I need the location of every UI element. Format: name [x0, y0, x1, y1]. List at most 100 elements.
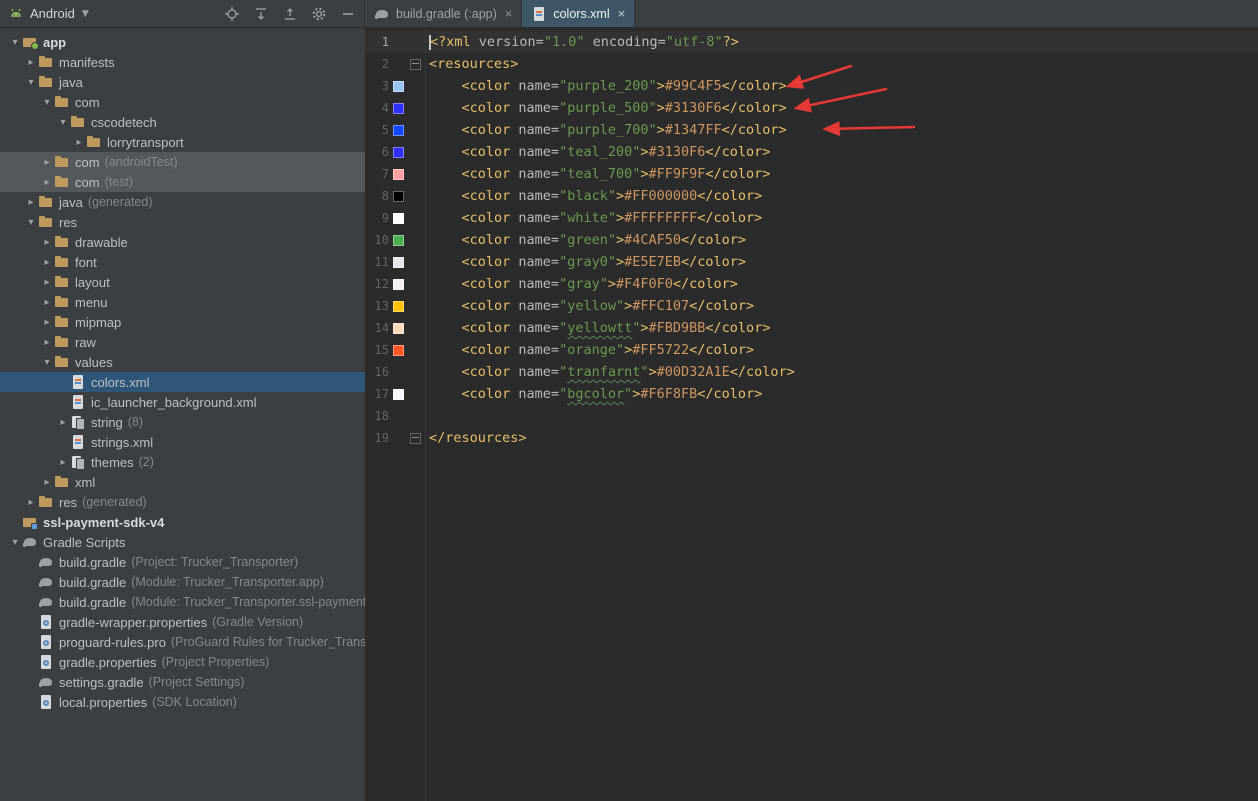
tree-item[interactable]: ▸ drawable — [0, 232, 365, 252]
tree-item[interactable]: ▸ string (8) — [0, 412, 365, 432]
chevron-down-icon[interactable]: ▼ — [82, 9, 89, 19]
folder-icon — [54, 334, 70, 350]
chevron-icon[interactable]: ▾ — [8, 537, 22, 548]
tree-item-suffix: (generated) — [82, 495, 147, 509]
fold-icon[interactable] — [410, 59, 421, 70]
color-swatch[interactable] — [393, 169, 404, 180]
editor-gutter: 8 — [365, 189, 425, 203]
chevron-icon[interactable]: ▸ — [40, 157, 54, 168]
chevron-icon[interactable]: ▸ — [56, 417, 70, 428]
chevron-icon[interactable]: ▾ — [40, 357, 54, 368]
tree-item[interactable]: build.gradle (Module: Trucker_Transporte… — [0, 592, 365, 612]
chevron-icon[interactable]: ▸ — [24, 57, 38, 68]
close-icon[interactable]: × — [505, 6, 513, 21]
tree-item[interactable]: ▸ menu — [0, 292, 365, 312]
tree-item-label: string — [91, 415, 123, 430]
color-swatch[interactable] — [393, 323, 404, 334]
code-line: 7 <color name="teal_700">#FF9F9F</color> — [365, 163, 1258, 185]
chevron-icon[interactable]: ▸ — [72, 137, 86, 148]
tree-item[interactable]: gradle-wrapper.properties (Gradle Versio… — [0, 612, 365, 632]
chevron-icon[interactable]: ▸ — [40, 337, 54, 348]
editor-tab[interactable]: colors.xml × — [522, 0, 635, 27]
tree-item[interactable]: ic_launcher_background.xml — [0, 392, 365, 412]
chevron-icon[interactable]: ▸ — [40, 477, 54, 488]
tree-item[interactable]: ▾ cscodetech — [0, 112, 365, 132]
tree-item[interactable]: colors.xml — [0, 372, 365, 392]
tree-item[interactable]: build.gradle (Project: Trucker_Transport… — [0, 552, 365, 572]
tree-item[interactable]: ▸ xml — [0, 472, 365, 492]
color-swatch[interactable] — [393, 213, 404, 224]
chevron-icon[interactable]: ▸ — [24, 497, 38, 508]
color-swatch[interactable] — [393, 191, 404, 202]
chevron-icon[interactable]: ▸ — [56, 457, 70, 468]
color-swatch[interactable] — [393, 103, 404, 114]
tree-item[interactable]: local.properties (SDK Location) — [0, 692, 365, 712]
tree-item[interactable]: strings.xml — [0, 432, 365, 452]
tree-item[interactable]: ▸ lorrytransport — [0, 132, 365, 152]
code-text: <color name="purple_500">#3130F6</color> — [425, 100, 787, 116]
code-editor[interactable]: 1 <?xml version="1.0" encoding="utf-8"?>… — [365, 28, 1258, 801]
tree-item[interactable]: ▸ layout — [0, 272, 365, 292]
chevron-icon[interactable]: ▾ — [24, 217, 38, 228]
color-swatch[interactable] — [393, 279, 404, 290]
tree-item[interactable]: ▾ com — [0, 92, 365, 112]
tree-item[interactable]: ▾ res — [0, 212, 365, 232]
chevron-icon[interactable]: ▾ — [8, 37, 22, 48]
chevron-icon[interactable]: ▸ — [40, 177, 54, 188]
editor-tab[interactable]: build.gradle (:app) × — [365, 0, 522, 27]
tree-item[interactable]: settings.gradle (Project Settings) — [0, 672, 365, 692]
tree-item-label: build.gradle — [59, 595, 126, 610]
close-icon[interactable]: × — [618, 6, 626, 21]
tree-item[interactable]: ▾ values — [0, 352, 365, 372]
color-swatch[interactable] — [393, 257, 404, 268]
collapse-all-icon[interactable] — [282, 6, 298, 22]
tree-item[interactable]: ▸ com (test) — [0, 172, 365, 192]
tree-item[interactable]: ▸ java (generated) — [0, 192, 365, 212]
chevron-icon[interactable]: ▸ — [40, 297, 54, 308]
gradle-file-icon — [38, 554, 54, 570]
chevron-icon[interactable]: ▸ — [40, 317, 54, 328]
tree-item[interactable]: ▸ font — [0, 252, 365, 272]
project-tree[interactable]: ▾ app ▸ manifests ▾ java ▾ com ▾ cscodet… — [0, 28, 365, 801]
color-swatch[interactable] — [393, 81, 404, 92]
project-view-selector[interactable]: Android — [30, 6, 75, 21]
chevron-icon[interactable]: ▾ — [56, 117, 70, 128]
color-swatch[interactable] — [393, 389, 404, 400]
tree-item[interactable]: gradle.properties (Project Properties) — [0, 652, 365, 672]
chevron-icon[interactable]: ▸ — [40, 277, 54, 288]
tree-item[interactable]: ▸ mipmap — [0, 312, 365, 332]
hide-panel-icon[interactable] — [340, 6, 356, 22]
chevron-icon[interactable]: ▾ — [40, 97, 54, 108]
locate-icon[interactable] — [224, 6, 240, 22]
editor-gutter: 5 — [365, 123, 425, 137]
xml-file-icon — [70, 434, 86, 450]
tree-item[interactable]: ▸ com (androidTest) — [0, 152, 365, 172]
chevron-icon[interactable]: ▸ — [40, 237, 54, 248]
expand-all-icon[interactable] — [253, 6, 269, 22]
tree-item[interactable]: ssl-payment-sdk-v4 — [0, 512, 365, 532]
chevron-icon[interactable]: ▸ — [40, 257, 54, 268]
topbar: Android ▼ — [0, 0, 1258, 28]
tree-item[interactable]: build.gradle (Module: Trucker_Transporte… — [0, 572, 365, 592]
fold-icon[interactable] — [410, 433, 421, 444]
chevron-icon[interactable]: ▸ — [24, 197, 38, 208]
files-icon — [70, 414, 86, 430]
tree-item-label: build.gradle — [59, 555, 126, 570]
code-line: 2 <resources> — [365, 53, 1258, 75]
color-swatch[interactable] — [393, 147, 404, 158]
color-swatch[interactable] — [393, 235, 404, 246]
tree-item-label: proguard-rules.pro — [59, 635, 166, 650]
settings-gear-icon[interactable] — [311, 6, 327, 22]
color-swatch[interactable] — [393, 301, 404, 312]
chevron-icon[interactable]: ▾ — [24, 77, 38, 88]
tree-item[interactable]: ▸ raw — [0, 332, 365, 352]
tree-item[interactable]: ▾ Gradle Scripts — [0, 532, 365, 552]
tree-item[interactable]: ▾ java — [0, 72, 365, 92]
tree-item[interactable]: ▸ res (generated) — [0, 492, 365, 512]
color-swatch[interactable] — [393, 345, 404, 356]
tree-item[interactable]: ▾ app — [0, 32, 365, 52]
tree-item[interactable]: proguard-rules.pro (ProGuard Rules for T… — [0, 632, 365, 652]
tree-item[interactable]: ▸ manifests — [0, 52, 365, 72]
tree-item[interactable]: ▸ themes (2) — [0, 452, 365, 472]
color-swatch[interactable] — [393, 125, 404, 136]
